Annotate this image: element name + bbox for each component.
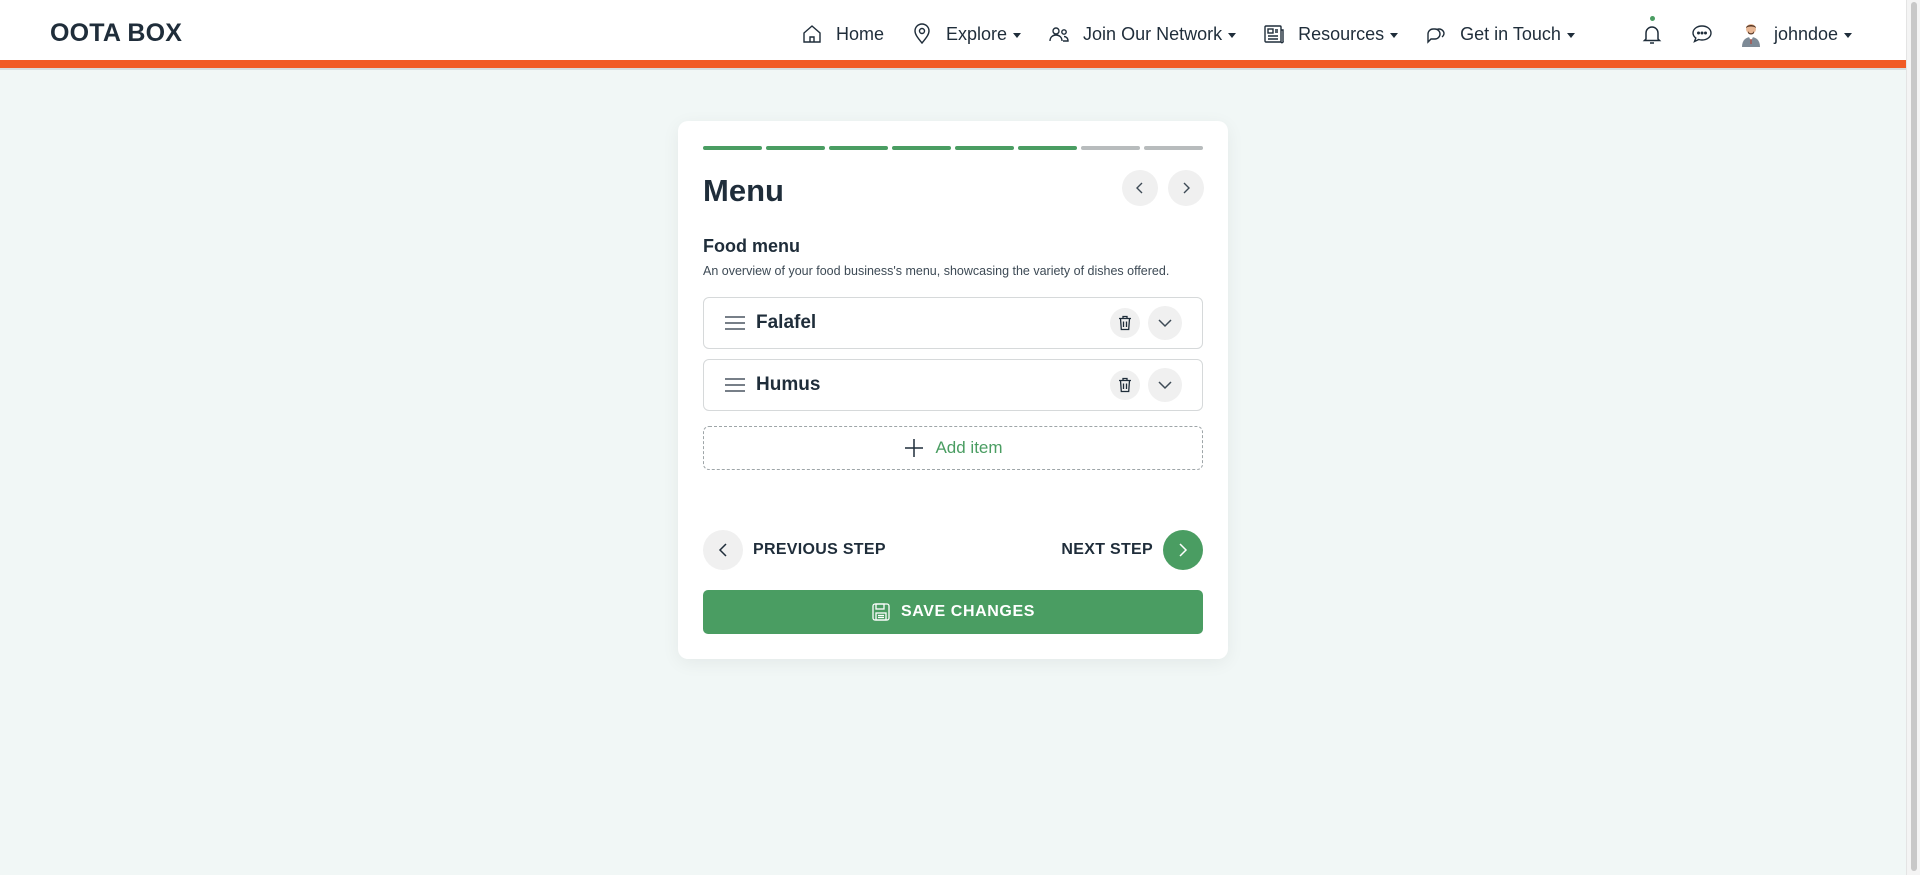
plus-icon (903, 437, 925, 459)
nav-item-explore[interactable]: Explore (910, 22, 1022, 46)
progress-segment (1081, 146, 1140, 150)
chevron-left-icon (703, 530, 743, 570)
add-item-button[interactable]: Add item (703, 426, 1203, 470)
delete-item-button[interactable] (1110, 370, 1140, 400)
delete-item-button[interactable] (1110, 308, 1140, 338)
caret-down-icon (1013, 32, 1022, 38)
previous-step-label: PREVIOUS STEP (753, 541, 886, 558)
caret-down-icon (1566, 32, 1575, 38)
prev-arrow-button[interactable] (1122, 170, 1158, 206)
chat-bubbles-icon (1424, 22, 1448, 46)
drag-handle-icon[interactable] (724, 376, 746, 394)
progress-segment (829, 146, 888, 150)
nav-item-join-our-network[interactable]: Join Our Network (1047, 22, 1237, 46)
chevron-right-icon (1183, 182, 1190, 194)
scrollbar-thumb[interactable] (1911, 2, 1917, 871)
trash-icon (1119, 315, 1131, 331)
section-description: An overview of your food business's menu… (703, 264, 1170, 278)
chevron-down-icon (1158, 319, 1172, 328)
header-actions: johndoe (1640, 0, 1853, 68)
previous-step-button[interactable]: PREVIOUS STEP (703, 530, 886, 570)
top-navbar: OOTA BOX Home Explore Join Our Network R… (0, 0, 1906, 70)
menu-wizard-card: Menu Food menu An overview of your food … (678, 121, 1228, 659)
progress-segment (703, 146, 762, 150)
chevron-down-icon (1158, 381, 1172, 390)
menu-item[interactable]: Humus (703, 359, 1203, 411)
user-menu[interactable]: johndoe (1738, 21, 1853, 47)
nav-label: Join Our Network (1083, 23, 1223, 44)
menu-item[interactable]: Falafel (703, 297, 1203, 349)
add-item-label: Add item (935, 438, 1003, 457)
chevron-right-icon (1163, 530, 1203, 570)
progress-segment (766, 146, 825, 150)
step-nav-arrows (1122, 170, 1204, 206)
home-icon (800, 22, 824, 46)
page-scrollbar[interactable] (1906, 0, 1920, 875)
expand-item-button[interactable] (1148, 368, 1182, 402)
progress-segment (955, 146, 1014, 150)
caret-down-icon (1228, 32, 1237, 38)
avatar-icon (1738, 21, 1764, 47)
next-step-label: NEXT STEP (1061, 541, 1153, 558)
users-icon (1047, 22, 1071, 46)
nav-label: Home (836, 23, 885, 44)
nav-item-get-in-touch[interactable]: Get in Touch (1424, 22, 1575, 46)
save-changes-button[interactable]: SAVE CHANGES (703, 590, 1203, 634)
chevron-left-icon (1136, 182, 1143, 194)
drag-handle-icon[interactable] (724, 314, 746, 332)
next-arrow-button[interactable] (1168, 170, 1204, 206)
brand-logo[interactable]: OOTA BOX (50, 19, 182, 48)
progress-segment (1144, 146, 1203, 150)
menu-item-name: Humus (756, 374, 821, 395)
navbar-divider (0, 68, 1906, 70)
save-changes-label: SAVE CHANGES (900, 603, 1036, 620)
nav-label: Explore (946, 23, 1008, 44)
page-title: Menu (703, 173, 784, 208)
save-icon (871, 602, 891, 622)
nav-label: Get in Touch (1460, 23, 1561, 44)
main-nav: Home Explore Join Our Network Resources (800, 0, 1601, 68)
user-name: johndoe (1774, 23, 1839, 44)
nav-item-home[interactable]: Home (800, 22, 884, 46)
nav-item-resources[interactable]: Resources (1262, 22, 1399, 46)
next-step-button[interactable]: NEXT STEP (1061, 530, 1203, 570)
bell-icon[interactable] (1640, 16, 1664, 46)
map-pin-icon (910, 22, 934, 46)
message-icon[interactable] (1690, 22, 1714, 46)
section-title: Food menu (703, 236, 800, 256)
newspaper-icon (1262, 22, 1286, 46)
trash-icon (1119, 377, 1131, 393)
caret-down-icon (1390, 32, 1399, 38)
expand-item-button[interactable] (1148, 306, 1182, 340)
nav-label: Resources (1298, 23, 1385, 44)
progress-segment (892, 146, 951, 150)
caret-down-icon (1844, 32, 1853, 38)
step-progress-bar (703, 146, 1203, 150)
notification-dot (1650, 16, 1655, 21)
progress-segment (1018, 146, 1077, 150)
menu-item-name: Falafel (756, 312, 817, 333)
